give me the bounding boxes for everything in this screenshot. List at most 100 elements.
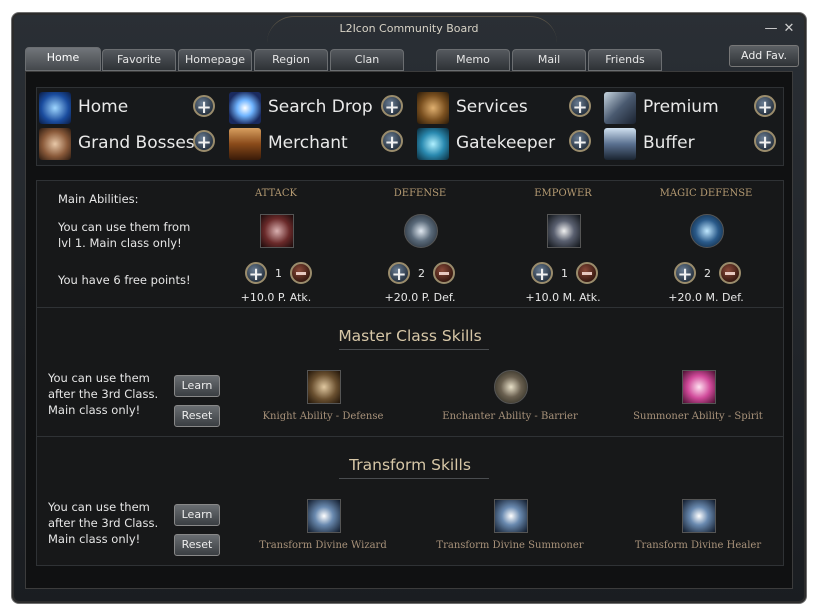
merchant-icon (229, 128, 261, 160)
transform-reset-button[interactable]: Reset (174, 534, 220, 556)
tab-friends[interactable]: Friends (588, 49, 662, 71)
abilities-title: Main Abilities: (58, 192, 139, 206)
grand-bosses-icon (39, 128, 71, 160)
attack-points: 1 (275, 267, 282, 280)
plus-icon[interactable]: + (193, 95, 215, 118)
nav-item-buffer[interactable]: Buffer + (604, 126, 784, 160)
divine-summoner-icon (494, 499, 528, 533)
nav-label: Search Drop (268, 97, 373, 117)
divine-wizard-icon (307, 499, 341, 533)
divider (339, 349, 489, 350)
premium-icon (604, 92, 636, 124)
services-icon (417, 92, 449, 124)
tab-home[interactable]: Home (25, 47, 101, 71)
plus-icon[interactable]: + (193, 130, 215, 153)
nav-label: Merchant (268, 133, 348, 153)
plus-icon[interactable]: + (381, 95, 403, 118)
divine-wizard-name: Transform Divine Wizard (259, 540, 387, 551)
master-desc-line3: Main class only! (48, 403, 141, 417)
ability-header-empower: EMPOWER (534, 188, 592, 199)
quick-nav-panel: Home + Search Drop + Services + Premium … (36, 87, 784, 166)
magic-defense-minus-button[interactable] (719, 262, 741, 284)
nav-label: Premium (643, 97, 719, 117)
master-learn-button[interactable]: Learn (174, 375, 220, 397)
tab-region[interactable]: Region (254, 49, 328, 71)
add-favorite-button[interactable]: Add Fav. (729, 45, 799, 67)
main-abilities-panel: Main Abilities: You can use them from lv… (36, 180, 784, 308)
divine-healer-name: Transform Divine Healer (634, 540, 762, 551)
knight-ability-name: Knight Ability - Defense (262, 411, 384, 422)
nav-label: Buffer (643, 133, 695, 153)
abilities-desc-line1: You can use them from (58, 220, 191, 234)
tab-mail[interactable]: Mail (512, 49, 586, 71)
transform-desc-line2: after the 3rd Class. (48, 516, 159, 530)
defense-bonus: +20.0 P. Def. (384, 291, 456, 304)
nav-item-merchant[interactable]: Merchant + (229, 126, 409, 160)
ability-header-attack: ATTACK (255, 188, 297, 199)
empower-plus-button[interactable]: + (531, 262, 553, 285)
minimize-icon[interactable]: — (764, 22, 778, 36)
nav-item-search-drop[interactable]: Search Drop + (229, 90, 409, 124)
attack-minus-button[interactable] (290, 262, 312, 284)
tab-favorite[interactable]: Favorite (102, 49, 176, 71)
close-icon[interactable]: ✕ (782, 22, 796, 36)
nav-item-gatekeeper[interactable]: Gatekeeper + (417, 126, 597, 160)
board-content: Home + Search Drop + Services + Premium … (25, 71, 793, 589)
magic-defense-plus-button[interactable]: + (674, 262, 696, 285)
gatekeeper-icon (417, 128, 449, 160)
nav-label: Gatekeeper (456, 133, 556, 153)
plus-icon[interactable]: + (381, 130, 403, 153)
empower-minus-button[interactable] (576, 262, 598, 284)
attack-icon (260, 214, 294, 248)
buffer-icon (604, 128, 636, 160)
title-bar[interactable]: L2Icon Community Board — ✕ (12, 13, 806, 45)
enchanter-ability-icon (494, 370, 528, 404)
window-title: L2Icon Community Board (339, 22, 479, 35)
nav-item-grand-bosses[interactable]: Grand Bosses + (39, 126, 219, 160)
transform-skills-title: Transform Skills (349, 456, 471, 474)
nav-label: Grand Bosses (78, 133, 195, 153)
tab-homepage[interactable]: Homepage (178, 49, 252, 71)
defense-icon (404, 214, 438, 248)
transform-skills-panel: Transform Skills You can use them after … (36, 436, 784, 566)
summoner-ability-icon (682, 370, 716, 404)
master-skills-panel: Master Class Skills You can use them aft… (36, 307, 784, 437)
defense-minus-button[interactable] (433, 262, 455, 284)
ability-header-magic-defense: MAGIC DEFENSE (659, 188, 753, 199)
empower-bonus: +10.0 M. Atk. (525, 291, 601, 304)
transform-desc-line3: Main class only! (48, 532, 141, 546)
tab-memo[interactable]: Memo (436, 49, 510, 71)
defense-points: 2 (418, 267, 425, 280)
plus-icon[interactable]: + (569, 95, 591, 118)
home-icon (39, 92, 71, 124)
divider (339, 478, 489, 479)
master-reset-button[interactable]: Reset (174, 405, 220, 427)
tab-clan[interactable]: Clan (330, 49, 404, 71)
community-board-window: L2Icon Community Board — ✕ Home Favorite… (11, 12, 807, 604)
nav-item-premium[interactable]: Premium + (604, 90, 784, 124)
magic-defense-icon (690, 214, 724, 248)
nav-label: Home (78, 97, 129, 117)
nav-label: Services (456, 97, 528, 117)
master-desc-line1: You can use them (48, 371, 150, 385)
attack-bonus: +10.0 P. Atk. (240, 291, 312, 304)
empower-icon (547, 214, 581, 248)
search-drop-icon (229, 92, 261, 124)
plus-icon[interactable]: + (569, 130, 591, 153)
master-desc-line2: after the 3rd Class. (48, 387, 159, 401)
attack-plus-button[interactable]: + (245, 262, 267, 285)
master-skills-title: Master Class Skills (338, 327, 482, 345)
nav-item-services[interactable]: Services + (417, 90, 597, 124)
free-points-text: You have 6 free points! (58, 273, 191, 287)
nav-item-home[interactable]: Home + (39, 90, 219, 124)
enchanter-ability-name: Enchanter Ability - Barrier (442, 411, 578, 422)
defense-plus-button[interactable]: + (388, 262, 410, 285)
transform-learn-button[interactable]: Learn (174, 504, 220, 526)
empower-points: 1 (561, 267, 568, 280)
ability-header-defense: DEFENSE (393, 188, 447, 199)
plus-icon[interactable]: + (754, 130, 776, 153)
knight-ability-icon (307, 370, 341, 404)
magic-defense-points: 2 (704, 267, 711, 280)
abilities-desc-line2: lvl 1. Main class only! (58, 236, 182, 250)
plus-icon[interactable]: + (754, 95, 776, 118)
